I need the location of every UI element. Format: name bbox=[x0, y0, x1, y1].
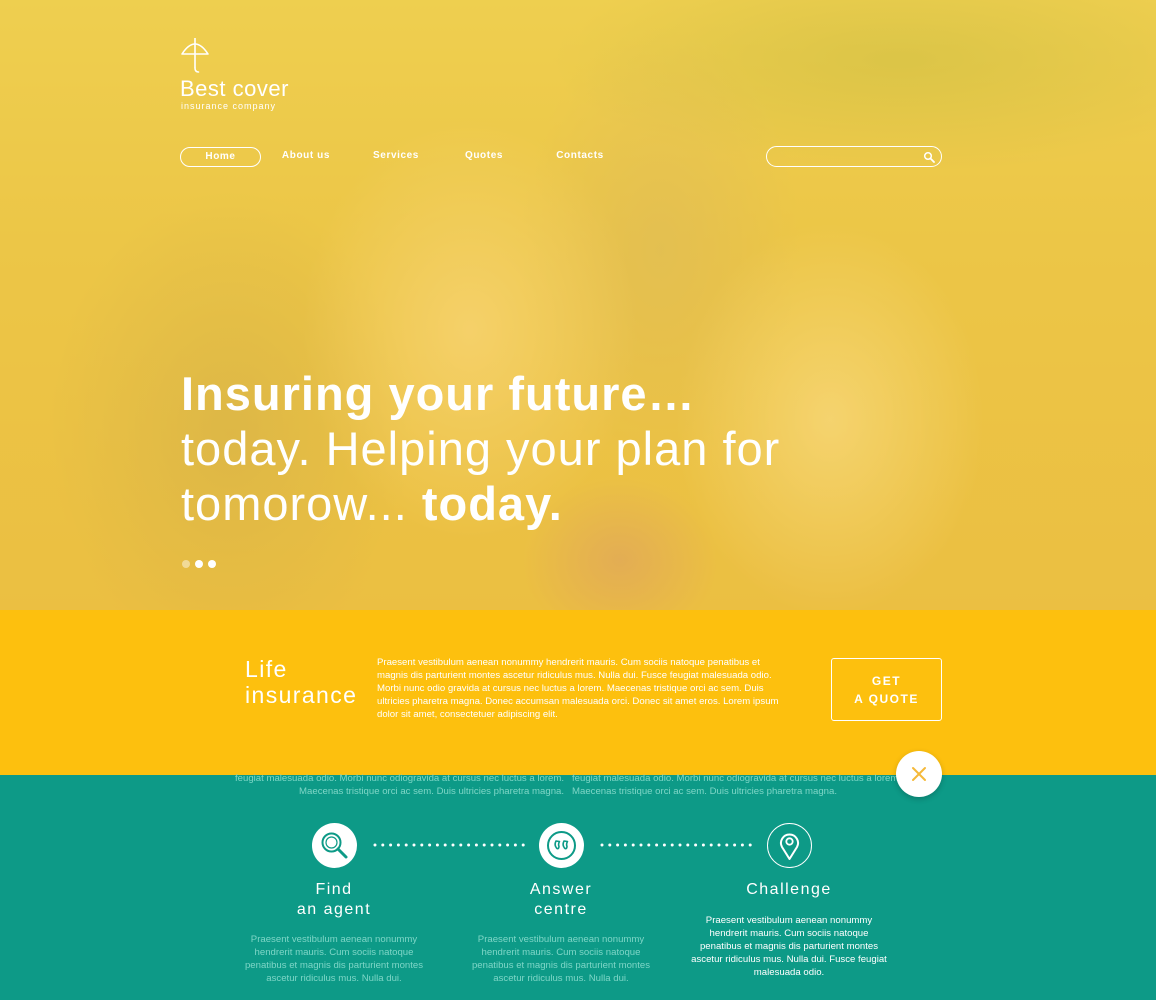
nav-item-contacts[interactable]: Contacts bbox=[550, 147, 610, 167]
slider-dot-3[interactable] bbox=[208, 560, 216, 568]
peek-text-right: feugiat malesuada odio. Morbi nunc odiog… bbox=[572, 772, 901, 798]
hero-line-3-regular: tomorow... bbox=[181, 477, 422, 530]
step-title-answer-centre: Answer centre bbox=[461, 880, 661, 920]
step-text-answer-centre: Praesent vestibulum aenean nonummy hendr… bbox=[471, 934, 651, 984]
find-agent-icon-button[interactable] bbox=[312, 823, 357, 868]
peek-right-line-2: Maecenas tristique orci ac sem. Duis ult… bbox=[572, 786, 838, 797]
map-pin-icon bbox=[780, 833, 799, 860]
step-title-challenge: Challenge bbox=[689, 880, 889, 900]
step-connector-1 bbox=[373, 843, 527, 847]
hero-banner: Best cover insurance company Home About … bbox=[0, 0, 1156, 610]
step-1-title-line-1: Find bbox=[315, 881, 353, 898]
nav-item-services[interactable]: Services bbox=[366, 147, 426, 167]
brand-tagline: insurance company bbox=[181, 101, 277, 111]
umbrella-icon bbox=[181, 38, 209, 73]
slider-dot-1[interactable] bbox=[182, 560, 190, 568]
hero-headline: Insuring your future… today. Helping you… bbox=[181, 366, 881, 531]
peek-left-line-1: feugiat malesuada odio. Morbi nunc odiog… bbox=[235, 773, 565, 784]
hero-line-1: Insuring your future… bbox=[181, 367, 696, 420]
get-a-quote-button[interactable]: GET A QUOTE bbox=[831, 658, 942, 721]
peek-right-line-1: feugiat malesuada odio. Morbi nunc odiog… bbox=[572, 773, 902, 784]
life-insurance-text: Praesent vestibulum aenean nonummy hendr… bbox=[377, 657, 779, 720]
search-input[interactable] bbox=[777, 149, 917, 164]
close-button[interactable] bbox=[896, 751, 942, 797]
nav-item-quotes[interactable]: Quotes bbox=[456, 147, 512, 167]
life-insurance-title: Life insurance bbox=[245, 656, 358, 708]
quote-button-line-2: A QUOTE bbox=[854, 692, 919, 706]
search-box bbox=[766, 146, 942, 167]
step-3-title-line-1: Challenge bbox=[746, 881, 832, 898]
search-icon[interactable] bbox=[923, 151, 935, 163]
step-connector-2 bbox=[600, 843, 754, 847]
step-text-challenge: Praesent vestibulum aenean nonummy hendr… bbox=[691, 915, 887, 978]
step-text-find-agent: Praesent vestibulum aenean nonummy hendr… bbox=[244, 934, 424, 984]
nav-item-about-us[interactable]: About us bbox=[276, 147, 336, 167]
answer-centre-icon-button[interactable] bbox=[539, 823, 584, 868]
services-steps-section: feugiat malesuada odio. Morbi nunc odiog… bbox=[0, 751, 1156, 1000]
challenge-icon-button[interactable] bbox=[767, 823, 812, 868]
step-2-title-line-1: Answer bbox=[529, 881, 593, 898]
step-2-title-line-2: centre bbox=[534, 901, 588, 918]
close-icon bbox=[912, 767, 926, 781]
step-1-title-line-2: an agent bbox=[296, 901, 372, 918]
life-insurance-section: Life insurance Praesent vestibulum aenea… bbox=[0, 610, 1156, 775]
magnifier-icon bbox=[321, 832, 348, 859]
hero-line-3-bold: today. bbox=[421, 477, 563, 530]
brand-name: Best cover bbox=[180, 76, 289, 101]
peek-text-left: feugiat malesuada odio. Morbi nunc odiog… bbox=[235, 772, 564, 798]
quote-icon bbox=[547, 831, 576, 860]
nav-item-home[interactable]: Home bbox=[180, 147, 261, 167]
peek-left-line-2: Maecenas tristique orci ac sem. Duis ult… bbox=[299, 786, 565, 797]
hero-line-2: today. Helping your plan for bbox=[181, 422, 781, 475]
slider-dot-2[interactable] bbox=[195, 560, 203, 568]
hero-line-3: tomorow... today. bbox=[181, 476, 881, 531]
quote-button-line-1: GET bbox=[871, 674, 902, 688]
step-title-find-agent: Find an agent bbox=[234, 880, 434, 920]
